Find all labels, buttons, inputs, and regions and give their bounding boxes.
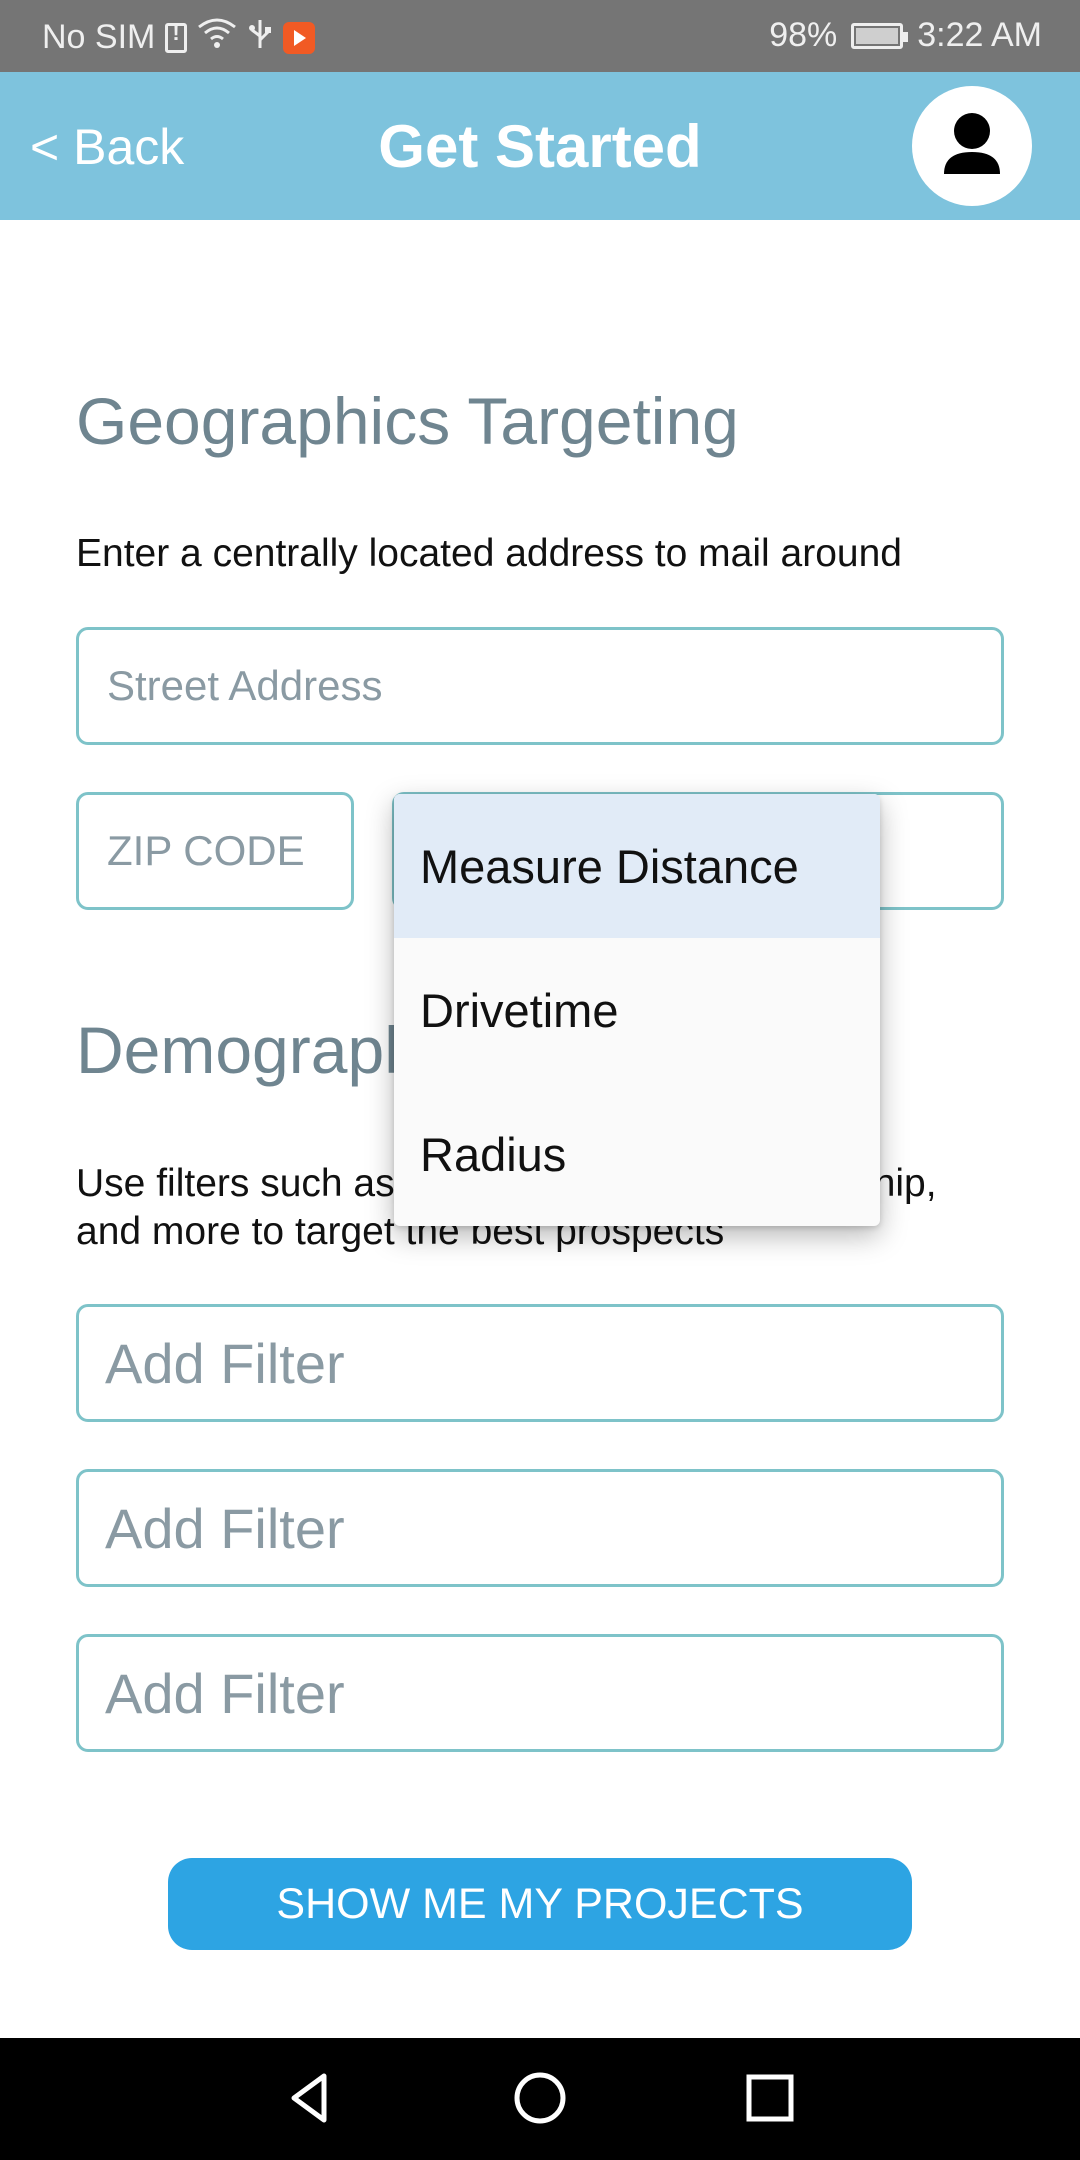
battery-charging-icon — [851, 22, 909, 49]
filter-input-3[interactable]: Add Filter — [76, 1634, 1004, 1752]
street-address-input[interactable]: Street Address — [76, 627, 1004, 745]
home-circle-icon[interactable] — [510, 2068, 570, 2128]
status-right: 98% 3:22 AM — [769, 16, 1042, 55]
recents-square-icon[interactable] — [740, 2068, 800, 2128]
status-left: No SIM — [42, 16, 316, 59]
geo-section-title: Geographics Targeting — [76, 384, 739, 458]
battery-percent: 98% — [769, 16, 838, 54]
street-address-placeholder: Street Address — [107, 662, 383, 709]
filter-placeholder: Add Filter — [105, 1661, 345, 1725]
wifi-icon — [197, 17, 237, 58]
zip-code-placeholder: ZIP CODE — [107, 827, 305, 874]
system-nav-bar — [0, 2038, 1080, 2160]
dropdown-option-drivetime[interactable]: Drivetime — [394, 938, 880, 1082]
show-projects-button[interactable]: SHOW ME MY PROJECTS — [168, 1858, 912, 1950]
notification-app-icon — [283, 21, 316, 54]
avatar[interactable] — [912, 86, 1032, 206]
app-header: < Back Get Started — [0, 72, 1080, 220]
filter-placeholder: Add Filter — [105, 1331, 345, 1395]
back-triangle-icon[interactable] — [280, 2068, 340, 2128]
filter-placeholder: Add Filter — [105, 1496, 345, 1560]
filter-input-1[interactable]: Add Filter — [76, 1304, 1004, 1422]
dropdown-option-measure-distance[interactable]: Measure Distance — [394, 794, 880, 938]
geo-section-description: Enter a centrally located address to mai… — [76, 532, 902, 575]
sim-alert-icon — [165, 20, 188, 53]
user-icon — [944, 113, 1000, 174]
zip-code-input[interactable]: ZIP CODE — [76, 792, 354, 910]
distance-dropdown-menu: Measure Distance Drivetime Radius — [394, 794, 880, 1226]
clock: 3:22 AM — [917, 16, 1042, 54]
filter-input-2[interactable]: Add Filter — [76, 1469, 1004, 1587]
status-bar: No SIM 98% 3:22 AM — [0, 0, 1080, 72]
carrier-text: No SIM — [42, 18, 156, 56]
usb-icon — [247, 16, 273, 59]
dropdown-option-radius[interactable]: Radius — [394, 1082, 880, 1226]
